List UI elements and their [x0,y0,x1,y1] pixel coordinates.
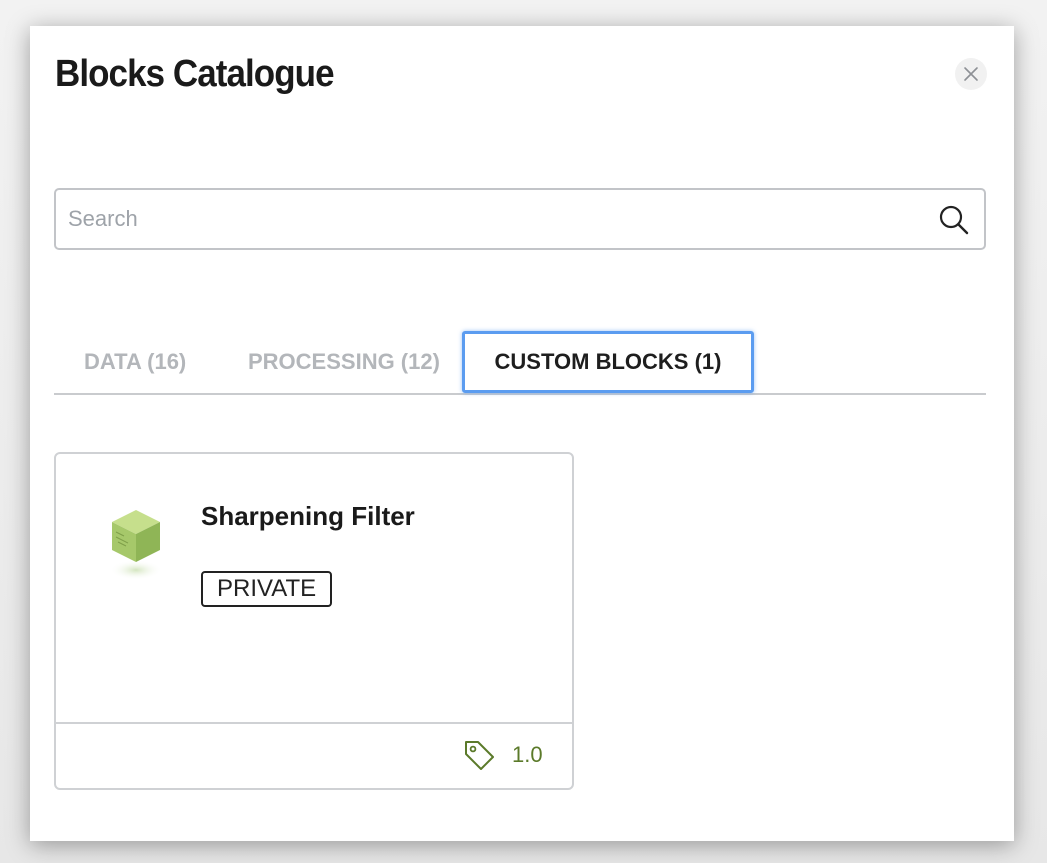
category-tabs: DATA (16) PROCESSING (12) CUSTOM BLOCKS … [54,331,986,395]
block-card-footer: 1.0 [56,724,572,786]
green-cube-icon [110,510,162,580]
tab-data[interactable]: DATA (16) [84,331,188,393]
modal-title: Blocks Catalogue [55,53,335,95]
search-box [54,188,986,250]
search-input[interactable] [68,190,928,248]
block-version: 1.0 [512,742,543,767]
tag-icon [465,741,494,770]
blocks-catalogue-modal: Blocks Catalogue DATA (16) PROCESSING (1… [30,26,1014,841]
block-card[interactable]: Sharpening Filter PRIVATE 1.0 [54,452,574,790]
block-name: Sharpening Filter [201,501,415,531]
search-icon[interactable] [938,204,970,236]
tab-processing[interactable]: PROCESSING (12) [248,331,440,393]
visibility-badge: PRIVATE [201,571,333,607]
block-card-body: Sharpening Filter PRIVATE [56,454,572,724]
close-button[interactable] [955,58,987,90]
tab-custom-blocks[interactable]: CUSTOM BLOCKS (1) [462,331,754,393]
close-icon [964,67,978,81]
